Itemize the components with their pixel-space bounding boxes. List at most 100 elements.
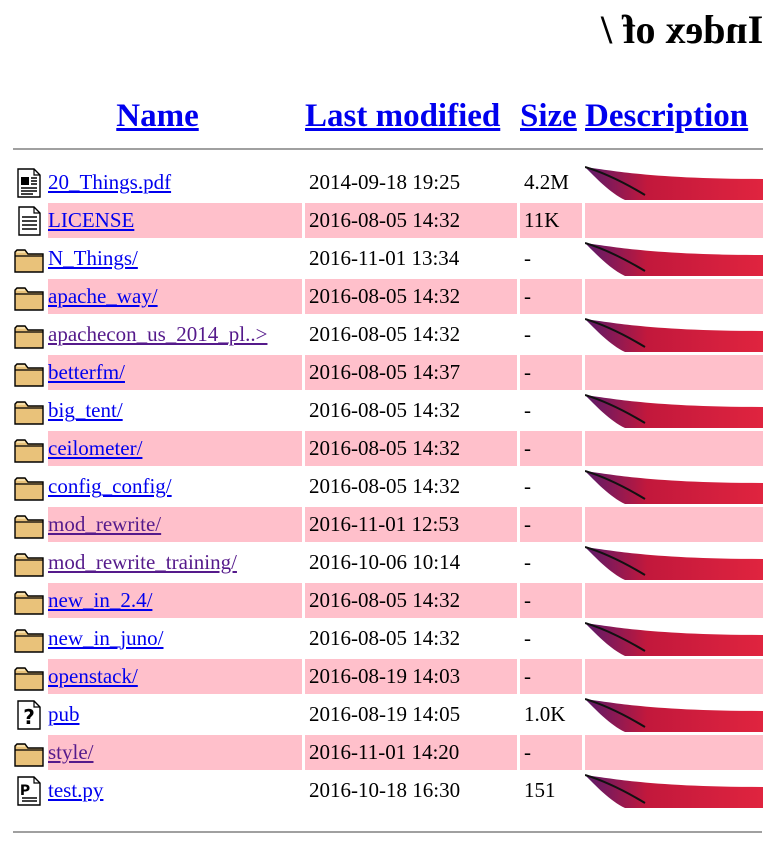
size-value: - [524, 436, 531, 460]
last-modified-cell: 2016-08-19 14:03 [305, 659, 517, 694]
description-cell [585, 317, 763, 352]
last-modified-cell: 2016-11-01 12:53 [305, 507, 517, 542]
description-cell [585, 203, 763, 238]
table-row: mod_rewrite_training/2016-10-06 10:14 - [13, 545, 763, 580]
table-row: ceilometer/2016-08-05 14:32 - [13, 431, 763, 466]
unknown-file-icon: ? [13, 699, 45, 731]
table-row: style/2016-11-01 14:20 - [13, 735, 763, 770]
name-cell: betterfm/ [13, 355, 302, 390]
last-modified-cell: 2016-08-05 14:32 [305, 469, 517, 504]
size-cell: - [520, 621, 582, 656]
size-cell: - [520, 735, 582, 770]
file-link[interactable]: ceilometer/ [48, 436, 142, 461]
file-link[interactable]: new_in_2.4/ [48, 588, 152, 613]
table-row: ? pub 2016-08-19 14:05 1.0K [13, 697, 763, 732]
table-row: apachecon_us_2014_pl..> 2016-08-05 14:32 - [13, 317, 763, 352]
size-value: - [524, 664, 531, 688]
file-link[interactable]: new_in_juno/ [48, 626, 164, 651]
size-column-header: Size [520, 98, 582, 145]
last-modified-value: 2016-10-18 16:30 [309, 778, 461, 802]
feather-background-image [585, 545, 763, 580]
size-value: - [524, 398, 531, 422]
size-cell: - [520, 317, 582, 352]
last-modified-value: 2016-10-06 10:14 [309, 550, 461, 574]
last-modified-cell: 2016-11-01 13:34 [305, 241, 517, 276]
file-link[interactable]: betterfm/ [48, 360, 125, 385]
size-cell: 1.0K [520, 697, 582, 732]
file-link[interactable]: apachecon_us_2014_pl..> [48, 322, 267, 347]
file-link[interactable]: big_tent/ [48, 398, 123, 423]
last-modified-value: 2016-08-05 14:32 [309, 398, 461, 422]
last-modified-value: 2016-08-05 14:32 [309, 588, 461, 612]
description-cell [585, 279, 763, 314]
sort-by-description-link[interactable]: Description [585, 98, 748, 134]
feather-background-image [585, 697, 763, 732]
size-value: - [524, 740, 531, 764]
size-value: - [524, 322, 531, 346]
size-value: 151 [524, 778, 556, 802]
file-link[interactable]: test.py [48, 778, 103, 803]
last-modified-cell: 2016-08-05 14:32 [305, 583, 517, 618]
name-column-header: Name [13, 98, 302, 145]
folder-icon [13, 243, 45, 275]
last-modified-value: 2016-08-19 14:03 [309, 664, 461, 688]
sort-by-name-link[interactable]: Name [116, 98, 198, 134]
file-link[interactable]: mod_rewrite_training/ [48, 550, 237, 575]
file-link[interactable]: pub [48, 702, 80, 727]
header-row: Name Last modified Size Description [13, 98, 763, 145]
size-cell: - [520, 279, 582, 314]
description-cell [585, 545, 763, 580]
name-cell: mod_rewrite_training/ [13, 545, 302, 580]
table-row: mod_rewrite/2016-11-01 12:53 - [13, 507, 763, 542]
size-value: - [524, 474, 531, 498]
folder-icon [13, 509, 45, 541]
description-cell [585, 621, 763, 656]
folder-icon [13, 471, 45, 503]
last-modified-cell: 2016-08-05 14:37 [305, 355, 517, 390]
folder-icon [13, 395, 45, 427]
last-modified-value: 2016-11-01 13:34 [309, 246, 460, 270]
size-cell: - [520, 241, 582, 276]
table-row: openstack/2016-08-19 14:03 - [13, 659, 763, 694]
table-row: 20_Things.pdf 2014-09-18 19:25 4.2M [13, 165, 763, 200]
name-cell: mod_rewrite/ [13, 507, 302, 542]
name-cell: apachecon_us_2014_pl..> [13, 317, 302, 352]
file-link[interactable]: N_Things/ [48, 246, 138, 271]
name-cell: config_config/ [13, 469, 302, 504]
file-link[interactable]: openstack/ [48, 664, 138, 689]
description-cell [585, 583, 763, 618]
size-value: 1.0K [524, 702, 566, 726]
feather-background-image [585, 241, 763, 276]
last-modified-value: 2014-09-18 19:25 [309, 170, 461, 194]
file-link[interactable]: 20_Things.pdf [48, 170, 171, 195]
table-row: LICENSE 2016-08-05 14:32 11K [13, 203, 763, 238]
last-modified-cell: 2016-11-01 14:20 [305, 735, 517, 770]
folder-icon [13, 547, 45, 579]
size-cell: 11K [520, 203, 582, 238]
sort-by-last-modified-link[interactable]: Last modified [305, 98, 500, 134]
description-cell [585, 697, 763, 732]
description-cell [585, 355, 763, 390]
last-modified-value: 2016-08-05 14:32 [309, 626, 461, 650]
svg-text:?: ? [23, 705, 35, 729]
file-link[interactable]: apache_way/ [48, 284, 158, 309]
description-cell [585, 507, 763, 542]
size-cell: - [520, 659, 582, 694]
folder-icon [13, 357, 45, 389]
name-cell: ceilometer/ [13, 431, 302, 466]
file-link[interactable]: LICENSE [48, 208, 134, 233]
last-modified-cell: 2016-10-18 16:30 [305, 773, 517, 808]
size-cell: - [520, 507, 582, 542]
size-cell: - [520, 393, 582, 428]
size-cell: - [520, 355, 582, 390]
file-link[interactable]: style/ [48, 740, 94, 765]
feather-background-image [585, 317, 763, 352]
feather-background-image [585, 393, 763, 428]
size-value: 11K [524, 208, 560, 232]
file-link[interactable]: mod_rewrite/ [48, 512, 161, 537]
file-link[interactable]: config_config/ [48, 474, 172, 499]
sort-by-size-link[interactable]: Size [520, 98, 577, 134]
description-cell [585, 735, 763, 770]
last-modified-value: 2016-08-05 14:32 [309, 284, 461, 308]
feather-background-image [585, 773, 763, 808]
